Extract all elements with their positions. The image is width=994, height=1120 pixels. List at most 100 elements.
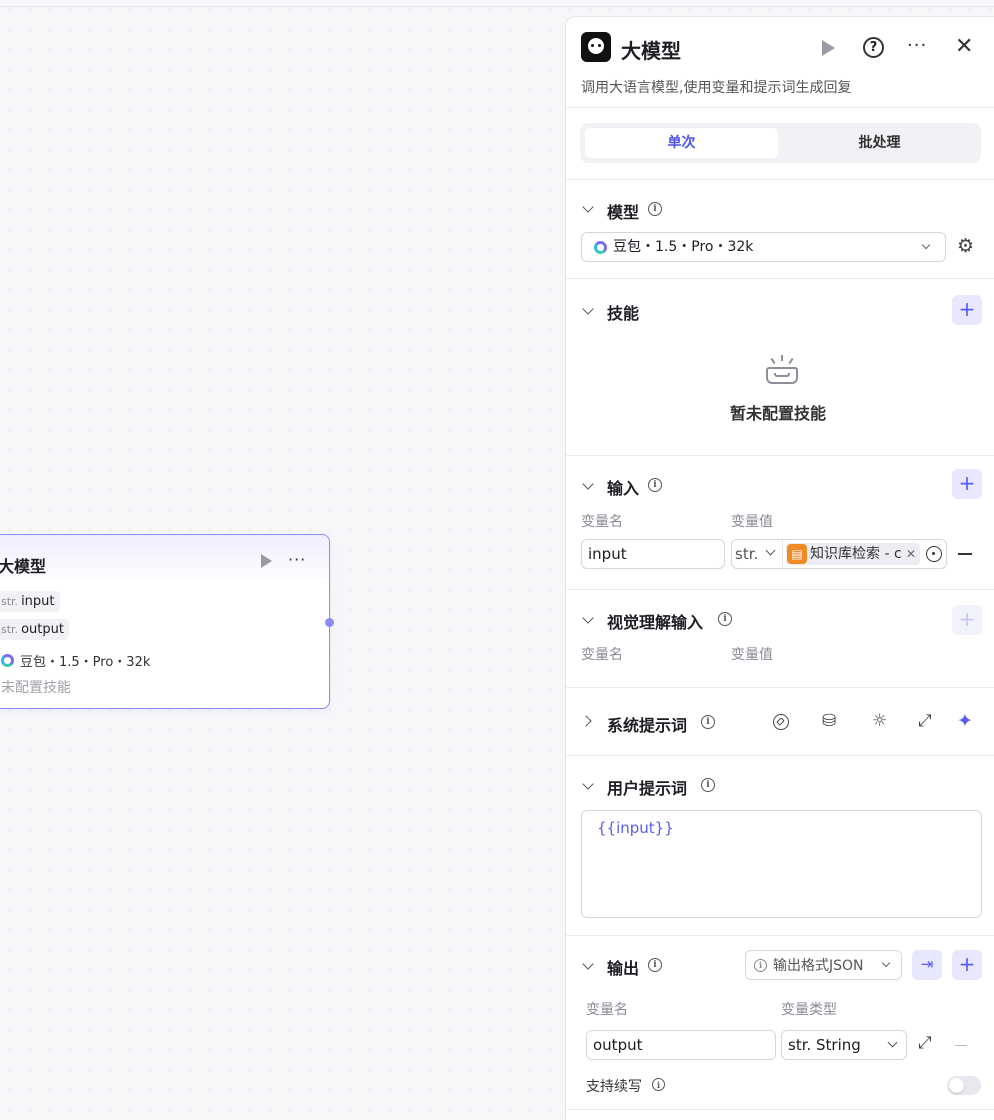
divider [566,278,994,279]
add-skill-button[interactable]: + [952,295,982,325]
output-col-type: 变量类型 [781,1002,837,1018]
node-var-output: str. output [0,619,69,640]
var-name: input [21,594,55,609]
input-col-name: 变量名 [581,514,623,530]
empty-inbox-icon [765,355,799,385]
run-icon[interactable] [822,40,835,56]
info-icon[interactable]: i [701,778,715,792]
system-prompt-title: 系统提示词 [607,716,688,735]
input-col-value: 变量值 [731,514,773,530]
output-format-select[interactable]: i 输出格式JSON [745,950,902,980]
close-icon[interactable]: ✕ [955,34,973,59]
chevron-down-icon [887,1037,898,1048]
var-ref-tag: ▤ 知识库检索 - c ✕ [786,543,920,565]
var-type: str. [1,595,19,608]
tab-single[interactable]: 单次 [585,128,778,158]
divider [566,935,994,936]
input-section-title: 输入 [607,479,640,498]
collapse-icon[interactable] [582,478,594,490]
expand-icon[interactable]: ⤢ [918,1033,932,1053]
node-output-port[interactable] [325,618,334,627]
model-logo-icon [594,240,607,254]
model-select[interactable]: 豆包・1.5・Pro・32k [581,232,946,262]
input-var-name-field[interactable]: input [581,539,725,569]
divider [566,687,994,688]
info-icon[interactable]: i [648,202,662,216]
model-section-title: 模型 [607,203,640,222]
collapse-icon[interactable] [582,778,594,790]
panel-title: 大模型 [621,39,681,63]
var-ref-label: 知识库检索 - c [810,546,902,562]
remove-input-button[interactable] [958,553,972,555]
tab-batch[interactable]: 批处理 [783,128,976,158]
info-icon[interactable]: i [701,715,715,729]
stream-label: 支持续写 [586,1079,642,1095]
skills-section-title: 技能 [607,304,640,323]
info-icon[interactable]: i [648,478,662,492]
output-col-name: 变量名 [586,1002,628,1018]
info-icon[interactable]: i [718,612,732,626]
divider [566,1109,994,1110]
compass-icon[interactable] [773,714,789,730]
vision-section-title: 视觉理解输入 [607,613,704,632]
node-model: 豆包・1.5・Pro・32k [1,651,150,670]
node-var-input: str. input [0,591,60,612]
add-output-button[interactable]: + [952,950,982,980]
variable-picker-icon[interactable] [926,546,942,562]
collapse-icon[interactable] [582,303,594,315]
node-header [0,535,329,585]
gear-icon[interactable]: ⚙ [957,235,974,257]
divider [566,589,994,590]
info-icon[interactable]: i [652,1078,665,1091]
remove-ref-icon[interactable]: ✕ [906,543,916,565]
info-icon[interactable]: i [648,958,662,972]
skills-empty-text: 暂未配置技能 [730,404,827,423]
knowledge-icon: ▤ [787,544,807,564]
add-input-button[interactable]: + [952,469,982,499]
chevron-down-icon [921,240,931,250]
add-vision-input-button[interactable]: + [952,605,982,635]
divider [566,755,994,756]
node-run-icon[interactable] [261,554,272,568]
ai-sparkle-icon[interactable]: ✦ [957,710,973,732]
collapse-icon[interactable] [582,612,594,624]
help-icon[interactable]: ? [863,37,884,58]
expand-icon[interactable] [580,715,592,727]
lightbulb-icon[interactable]: ☼ [872,711,887,731]
output-var-type-select[interactable]: str. String [781,1030,907,1060]
var-type-select[interactable]: str. [735,540,758,568]
user-prompt-editor[interactable]: {{input}} [581,810,982,918]
input-var-value-field[interactable]: str. ▤ 知识库检索 - c ✕ [731,539,947,569]
node-config-panel: 大模型 ? ··· ✕ 调用大语言模型,使用变量和提示词生成回复 单次 批处理 … [565,16,994,1120]
vision-col-name: 变量名 [581,647,623,663]
collapse-icon[interactable] [582,958,594,970]
stream-toggle[interactable] [947,1076,981,1095]
divider [566,179,994,180]
chevron-down-icon [881,958,891,968]
panel-description: 调用大语言模型,使用变量和提示词生成回复 [581,80,852,96]
output-section-title: 输出 [607,959,640,978]
vision-col-value: 变量值 [731,647,773,663]
var-type: str. [1,623,19,636]
chevron-down-icon [765,545,776,556]
more-icon[interactable]: ··· [907,35,927,56]
user-prompt-title: 用户提示词 [607,779,688,798]
llm-app-icon [581,32,611,62]
model-select-value: 豆包・1.5・Pro・32k [613,239,754,255]
remove-output-button[interactable] [955,1045,967,1047]
prompt-library-icon[interactable]: ⛁ [822,711,836,731]
divider [566,107,994,108]
canvas-top-border [0,6,994,7]
node-more-icon[interactable]: ··· [288,550,306,569]
output-var-name-field[interactable]: output [586,1030,776,1060]
expand-editor-icon[interactable]: ⤢ [918,711,932,731]
import-output-button[interactable]: ⇥ [912,950,942,980]
mode-tabs: 单次 批处理 [580,123,981,163]
var-name: output [21,622,64,637]
info-icon: i [754,958,767,972]
divider [566,455,994,456]
node-title: 大模型 [0,557,47,576]
llm-node[interactable]: 大模型 ··· str. input str. output 豆包・1.5・Pro・… [0,534,334,709]
output-format-label: 输出格式JSON [773,958,864,974]
collapse-icon[interactable] [582,201,594,213]
